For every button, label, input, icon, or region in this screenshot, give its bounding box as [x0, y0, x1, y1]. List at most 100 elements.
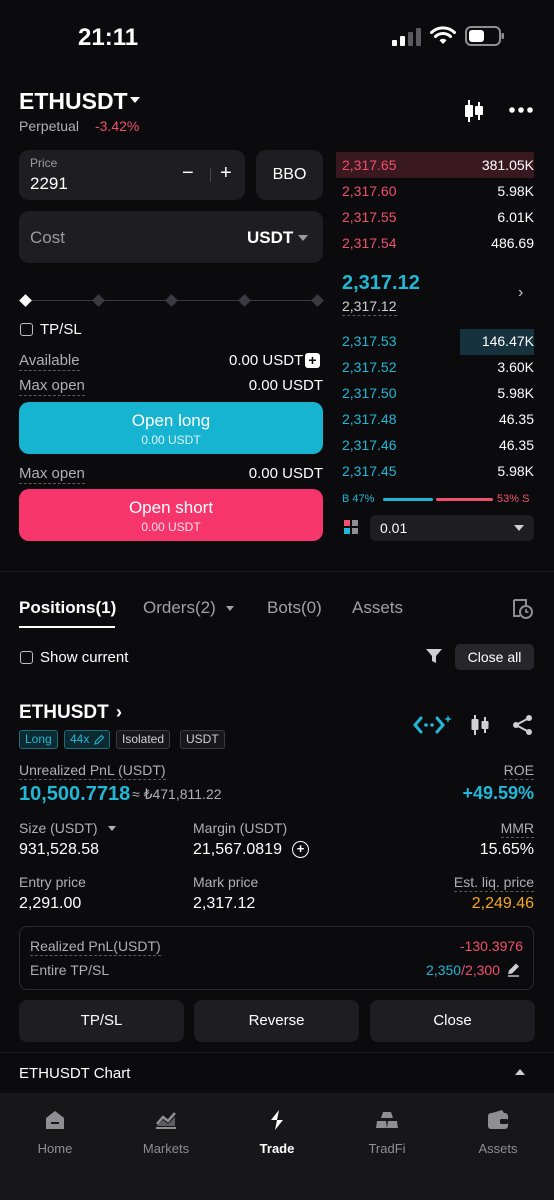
more-options-icon[interactable]: [508, 98, 534, 124]
mark-price: 2,317.12: [342, 298, 397, 316]
open-short-button[interactable]: Open short 0.00 USDT: [19, 489, 323, 541]
cost-unit-select[interactable]: USDT: [247, 228, 293, 248]
nav-assets[interactable]: Assets: [453, 1108, 543, 1156]
bid-price[interactable]: 2,317.50: [342, 385, 397, 401]
ask-qty: 5.98K: [497, 183, 534, 199]
position-pair[interactable]: ETHUSDT: [19, 702, 109, 724]
history-icon[interactable]: [511, 597, 533, 619]
share-position-icon[interactable]: [413, 714, 453, 736]
price-decrement-button[interactable]: −: [182, 162, 194, 185]
reverse-button[interactable]: Reverse: [194, 1000, 359, 1042]
slider-step-75[interactable]: [238, 294, 251, 307]
realized-pnl-value: -130.3976: [459, 938, 523, 954]
roe-label: ROE: [503, 762, 534, 780]
open-long-amount: 0.00 USDT: [141, 433, 201, 447]
slider-handle[interactable]: [19, 294, 32, 307]
open-short-amount: 0.00 USDT: [141, 520, 201, 534]
price-value[interactable]: 2291: [30, 174, 68, 194]
stepper-divider: [210, 168, 211, 182]
bbo-button[interactable]: BBO: [256, 150, 323, 200]
price-label: Price: [30, 156, 58, 170]
active-tab-indicator: [19, 626, 115, 628]
max-open-long-value: 0.00 USDT: [248, 377, 323, 394]
pair-title[interactable]: ETHUSDT: [19, 88, 128, 115]
bid-price[interactable]: 2,317.46: [342, 437, 397, 453]
settle-coin-tag: USDT: [180, 730, 225, 749]
leverage-tag[interactable]: 44x: [64, 730, 111, 749]
chevron-right-icon[interactable]: ›: [116, 702, 122, 723]
share-icon[interactable]: [512, 714, 534, 736]
show-current-checkbox[interactable]: [20, 651, 33, 664]
add-margin-icon[interactable]: +: [292, 841, 309, 858]
slider-step-50[interactable]: [165, 294, 178, 307]
bid-price[interactable]: 2,317.52: [342, 359, 397, 375]
bid-qty: 46.35: [498, 411, 534, 427]
unrealized-pnl-label: Unrealized PnL (USDT): [19, 762, 166, 780]
bid-price[interactable]: 2,317.48: [342, 411, 397, 427]
nav-home[interactable]: Home: [10, 1108, 100, 1156]
chevron-up-icon[interactable]: [515, 1069, 525, 1075]
book-layout-icon[interactable]: [344, 520, 358, 534]
tp-value: 2,350: [426, 962, 462, 978]
sell-ratio-bar: [436, 498, 493, 501]
ask-price[interactable]: 2,317.55: [342, 209, 397, 225]
leverage-value: 44x: [70, 732, 90, 746]
close-all-button[interactable]: Close all: [455, 644, 534, 670]
gold-bars-icon: [376, 1112, 398, 1128]
markets-icon: [156, 1112, 176, 1129]
roe-value: +49.59%: [462, 783, 534, 803]
chevron-down-icon[interactable]: [108, 826, 116, 831]
unrealized-pnl-fiat: ≈ ₺471,811.22: [132, 786, 222, 802]
tab-assets[interactable]: Assets: [352, 598, 403, 618]
pair-dropdown-icon[interactable]: [130, 97, 140, 103]
slider-step-100[interactable]: [311, 294, 324, 307]
size-label[interactable]: Size (USDT): [19, 820, 98, 836]
tab-positions[interactable]: Positions(1): [19, 598, 116, 618]
slider-step-25[interactable]: [92, 294, 105, 307]
chevron-down-icon[interactable]: [226, 606, 234, 611]
chevron-right-icon[interactable]: ›: [518, 284, 523, 302]
tab-orders[interactable]: Orders(2): [143, 598, 216, 618]
bid-qty: 5.98K: [497, 385, 534, 401]
candlestick-chart-icon[interactable]: [462, 98, 486, 124]
close-position-button[interactable]: Close: [370, 1000, 535, 1042]
depth-precision-value: 0.01: [380, 520, 408, 536]
cellular-signal-icon: [392, 28, 421, 46]
battery-icon: [465, 26, 504, 46]
entire-tpsl-label: Entire TP/SL: [30, 962, 110, 978]
tpsl-checkbox[interactable]: [20, 323, 33, 336]
transfer-plus-icon[interactable]: +: [305, 353, 320, 368]
tab-bots[interactable]: Bots(0): [267, 598, 322, 618]
ask-price[interactable]: 2,317.65: [342, 157, 397, 173]
ask-price[interactable]: 2,317.54: [342, 235, 397, 251]
open-long-button[interactable]: Open long 0.00 USDT: [19, 402, 323, 454]
ask-price[interactable]: 2,317.60: [342, 183, 397, 199]
chevron-down-icon[interactable]: [298, 235, 308, 241]
bid-price[interactable]: 2,317.53: [342, 333, 397, 349]
tpsl-button[interactable]: TP/SL: [19, 1000, 184, 1042]
liq-price-label: Est. liq. price: [453, 874, 534, 892]
last-price[interactable]: 2,317.12: [342, 272, 420, 295]
nav-tradfi[interactable]: TradFi: [342, 1108, 432, 1156]
nav-trade[interactable]: Trade: [232, 1108, 322, 1156]
max-open-short-label: Max open: [19, 465, 85, 484]
nav-markets[interactable]: Markets: [121, 1108, 211, 1156]
filter-icon[interactable]: [425, 647, 443, 665]
section-divider: [0, 571, 554, 572]
edit-leverage-icon[interactable]: [94, 734, 105, 745]
chart-section-title[interactable]: ETHUSDT Chart: [19, 1065, 130, 1082]
buy-ratio: B 47%: [342, 493, 375, 505]
bid-price[interactable]: 2,317.45: [342, 463, 397, 479]
nav-tradfi-label: TradFi: [368, 1141, 406, 1156]
trade-icon: [271, 1110, 283, 1130]
mark-price-label: Mark price: [193, 874, 259, 890]
contract-type: Perpetual: [19, 118, 79, 134]
price-increment-button[interactable]: +: [220, 162, 232, 185]
chevron-down-icon[interactable]: [514, 525, 524, 531]
bid-qty: 146.47K: [481, 333, 534, 349]
edit-icon[interactable]: [506, 962, 521, 977]
entry-price-label: Entry price: [19, 874, 86, 890]
candlestick-chart-icon[interactable]: [469, 714, 491, 736]
home-icon: [46, 1111, 64, 1129]
liq-price-value: 2,249.46: [471, 895, 534, 912]
